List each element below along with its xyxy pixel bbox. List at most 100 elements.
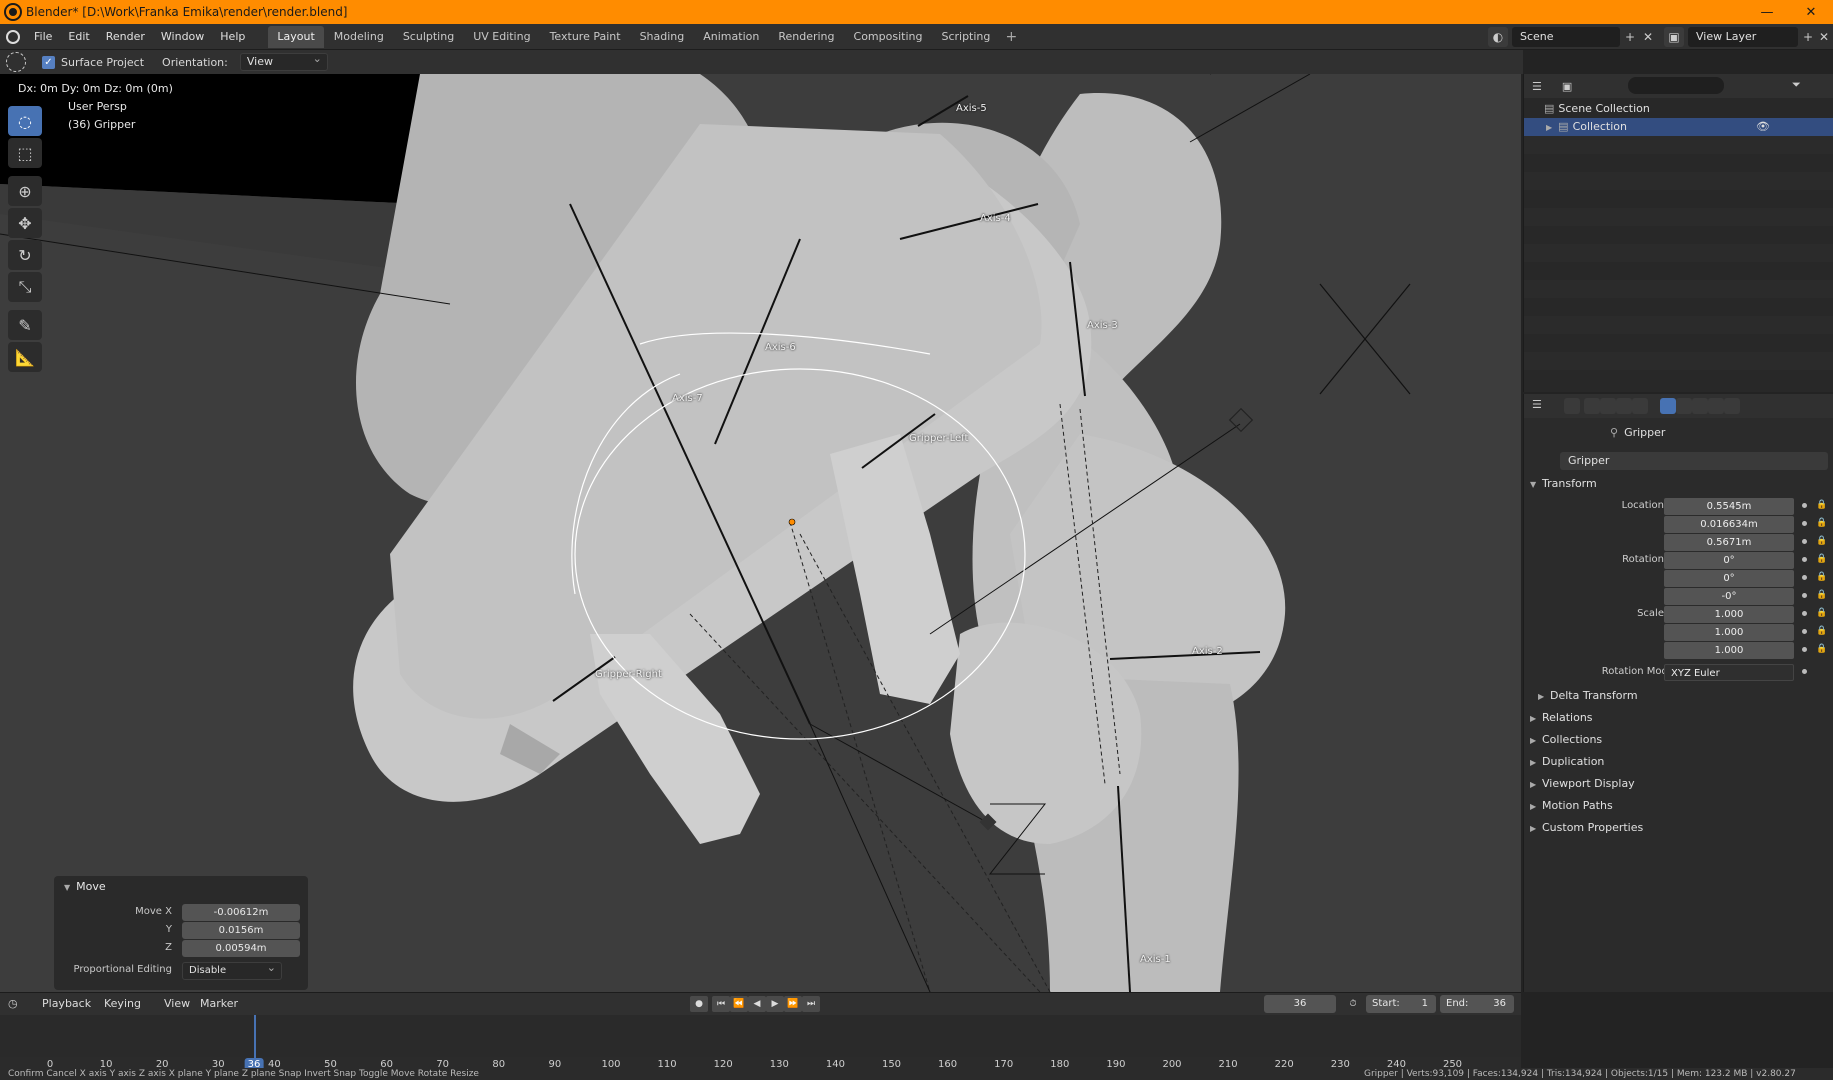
tab-compositing[interactable]: Compositing (845, 26, 932, 48)
cursor-tool-icon[interactable] (6, 52, 26, 72)
relations-header[interactable]: ▶ Relations (1530, 708, 1593, 728)
measure-tool-icon[interactable]: 📐 (8, 342, 42, 372)
tab-texture-icon[interactable] (1724, 398, 1740, 414)
rotation-x-field[interactable]: 0° (1664, 552, 1794, 569)
tab-uv-editing[interactable]: UV Editing (464, 26, 539, 48)
view-layer-browse-icon[interactable]: ▣ (1664, 27, 1684, 47)
tab-modifiers-icon[interactable] (1676, 398, 1692, 414)
keyframe-dot-icon[interactable] (1802, 669, 1807, 674)
move-tool-icon[interactable]: ✥ (8, 208, 42, 238)
move-y-field[interactable]: 0.0156m (182, 922, 300, 939)
location-z-field[interactable]: 0.5671m (1664, 534, 1794, 551)
tab-constraints-icon[interactable] (1692, 398, 1708, 414)
editor-type-icon[interactable]: ☰ (1532, 398, 1542, 411)
motion-paths-header[interactable]: ▶ Motion Paths (1530, 796, 1613, 816)
keyframe-dot-icon[interactable] (1802, 557, 1807, 562)
cursor-tool-icon[interactable]: ⊕ (8, 176, 42, 206)
start-frame-field[interactable]: Start: 1 (1366, 995, 1436, 1013)
scene-name-field[interactable]: Scene (1512, 27, 1620, 47)
rotation-mode-dropdown[interactable]: XYZ Euler (1664, 664, 1794, 681)
keyframe-dot-icon[interactable] (1802, 629, 1807, 634)
timeline-keying-menu[interactable]: Keying (104, 995, 141, 1013)
outliner-scene-collection[interactable]: ▤ Scene Collection (1524, 100, 1833, 118)
lock-icon[interactable]: 🔒 (1816, 518, 1827, 528)
play-button[interactable]: ▶ (766, 996, 784, 1012)
keyframe-dot-icon[interactable] (1802, 611, 1807, 616)
menu-edit[interactable]: Edit (60, 24, 97, 50)
tab-output-icon[interactable] (1600, 398, 1616, 414)
viewport-display-header[interactable]: ▶ Viewport Display (1530, 774, 1635, 794)
prev-keyframe-button[interactable]: ⏪ (730, 996, 748, 1012)
next-keyframe-button[interactable]: ⏩ (784, 996, 802, 1012)
tab-data-icon[interactable] (1708, 398, 1724, 414)
menu-help[interactable]: Help (212, 24, 253, 50)
view-layer-field[interactable]: View Layer (1688, 27, 1798, 47)
jump-start-button[interactable]: ⏮ (712, 996, 730, 1012)
timeline-track-area[interactable] (0, 1015, 1521, 1057)
lock-icon[interactable]: 🔒 (1816, 500, 1827, 510)
tab-sculpting[interactable]: Sculpting (394, 26, 463, 48)
outliner-collection[interactable]: ▶ ▤ Collection 👁 (1524, 118, 1833, 136)
keyframe-dot-icon[interactable] (1802, 539, 1807, 544)
lock-icon[interactable]: 🔒 (1816, 572, 1827, 582)
tab-rendering[interactable]: Rendering (769, 26, 843, 48)
surface-project-checkbox[interactable]: ✓ (42, 55, 55, 69)
expand-arrow-icon[interactable]: ▶ (1546, 123, 1552, 132)
transform-panel-header[interactable]: ▼ Transform (1530, 474, 1597, 494)
annotate-tool-icon[interactable]: ✎ (8, 310, 42, 340)
current-frame-field[interactable]: 36 (1264, 995, 1336, 1013)
move-x-field[interactable]: -0.00612m (182, 904, 300, 921)
tab-view-layer-icon[interactable] (1616, 398, 1632, 414)
scene-browse-icon[interactable]: ◐ (1488, 27, 1508, 47)
tab-layout[interactable]: Layout (268, 25, 324, 48)
tab-object-icon[interactable] (1660, 398, 1676, 414)
tab-scripting[interactable]: Scripting (932, 26, 999, 48)
3d-viewport[interactable]: Dx: 0m Dy: 0m Dz: 0m (0m) User Persp (36… (0, 74, 1521, 992)
collections-header[interactable]: ▶ Collections (1530, 730, 1602, 750)
tab-modeling[interactable]: Modeling (325, 26, 393, 48)
rotation-z-field[interactable]: -0° (1664, 588, 1794, 605)
proportional-editing-dropdown[interactable]: Disable (182, 960, 282, 980)
scale-x-field[interactable]: 1.000 (1664, 606, 1794, 623)
outliner-search-input[interactable] (1628, 77, 1724, 94)
keyframe-dot-icon[interactable] (1802, 593, 1807, 598)
rotation-y-field[interactable]: 0° (1664, 570, 1794, 587)
object-name-field[interactable]: Gripper (1560, 452, 1828, 470)
lock-icon[interactable]: 🔒 (1816, 644, 1827, 654)
close-button[interactable]: ✕ (1789, 0, 1833, 24)
location-y-field[interactable]: 0.016634m (1664, 516, 1794, 533)
orientation-dropdown[interactable]: View (239, 51, 328, 71)
minimize-button[interactable]: — (1745, 0, 1789, 24)
editor-type-icon[interactable]: ☰ (1532, 80, 1542, 93)
delta-transform-header[interactable]: ▶ Delta Transform (1538, 686, 1638, 706)
play-reverse-button[interactable]: ◀ (748, 996, 766, 1012)
timeline-marker-menu[interactable]: Marker (200, 995, 238, 1013)
preview-range-icon[interactable]: ⏱ (1344, 996, 1362, 1012)
add-workspace-icon[interactable]: + (1003, 29, 1019, 45)
keyframe-dot-icon[interactable] (1802, 503, 1807, 508)
timeline-view-menu[interactable]: View (164, 995, 190, 1013)
tab-animation[interactable]: Animation (694, 26, 768, 48)
lock-icon[interactable]: 🔒 (1816, 626, 1827, 636)
delete-view-layer-icon[interactable]: ✕ (1816, 27, 1832, 47)
visibility-eye-icon[interactable]: 👁 (1756, 118, 1770, 136)
redo-panel-title[interactable]: Move (76, 880, 106, 893)
keyframe-dot-icon[interactable] (1802, 575, 1807, 580)
keyframe-dot-icon[interactable] (1802, 521, 1807, 526)
keyframe-dot-icon[interactable] (1802, 647, 1807, 652)
delete-scene-icon[interactable]: ✕ (1640, 27, 1656, 47)
end-frame-field[interactable]: End: 36 (1440, 995, 1514, 1013)
new-scene-icon[interactable]: + (1622, 27, 1638, 47)
scale-z-field[interactable]: 1.000 (1664, 642, 1794, 659)
tab-tool-icon[interactable] (1564, 398, 1580, 414)
jump-end-button[interactable]: ⏭ (802, 996, 820, 1012)
move-z-field[interactable]: 0.00594m (182, 940, 300, 957)
lock-icon[interactable]: 🔒 (1816, 608, 1827, 618)
scale-y-field[interactable]: 1.000 (1664, 624, 1794, 641)
rotate-tool-icon[interactable]: ↻ (8, 240, 42, 270)
scale-tool-icon[interactable]: ⤡ (8, 272, 42, 302)
duplication-header[interactable]: ▶ Duplication (1530, 752, 1604, 772)
record-button[interactable]: ● (690, 996, 708, 1012)
tab-scene-icon[interactable] (1632, 398, 1648, 414)
new-view-layer-icon[interactable]: + (1800, 27, 1816, 47)
